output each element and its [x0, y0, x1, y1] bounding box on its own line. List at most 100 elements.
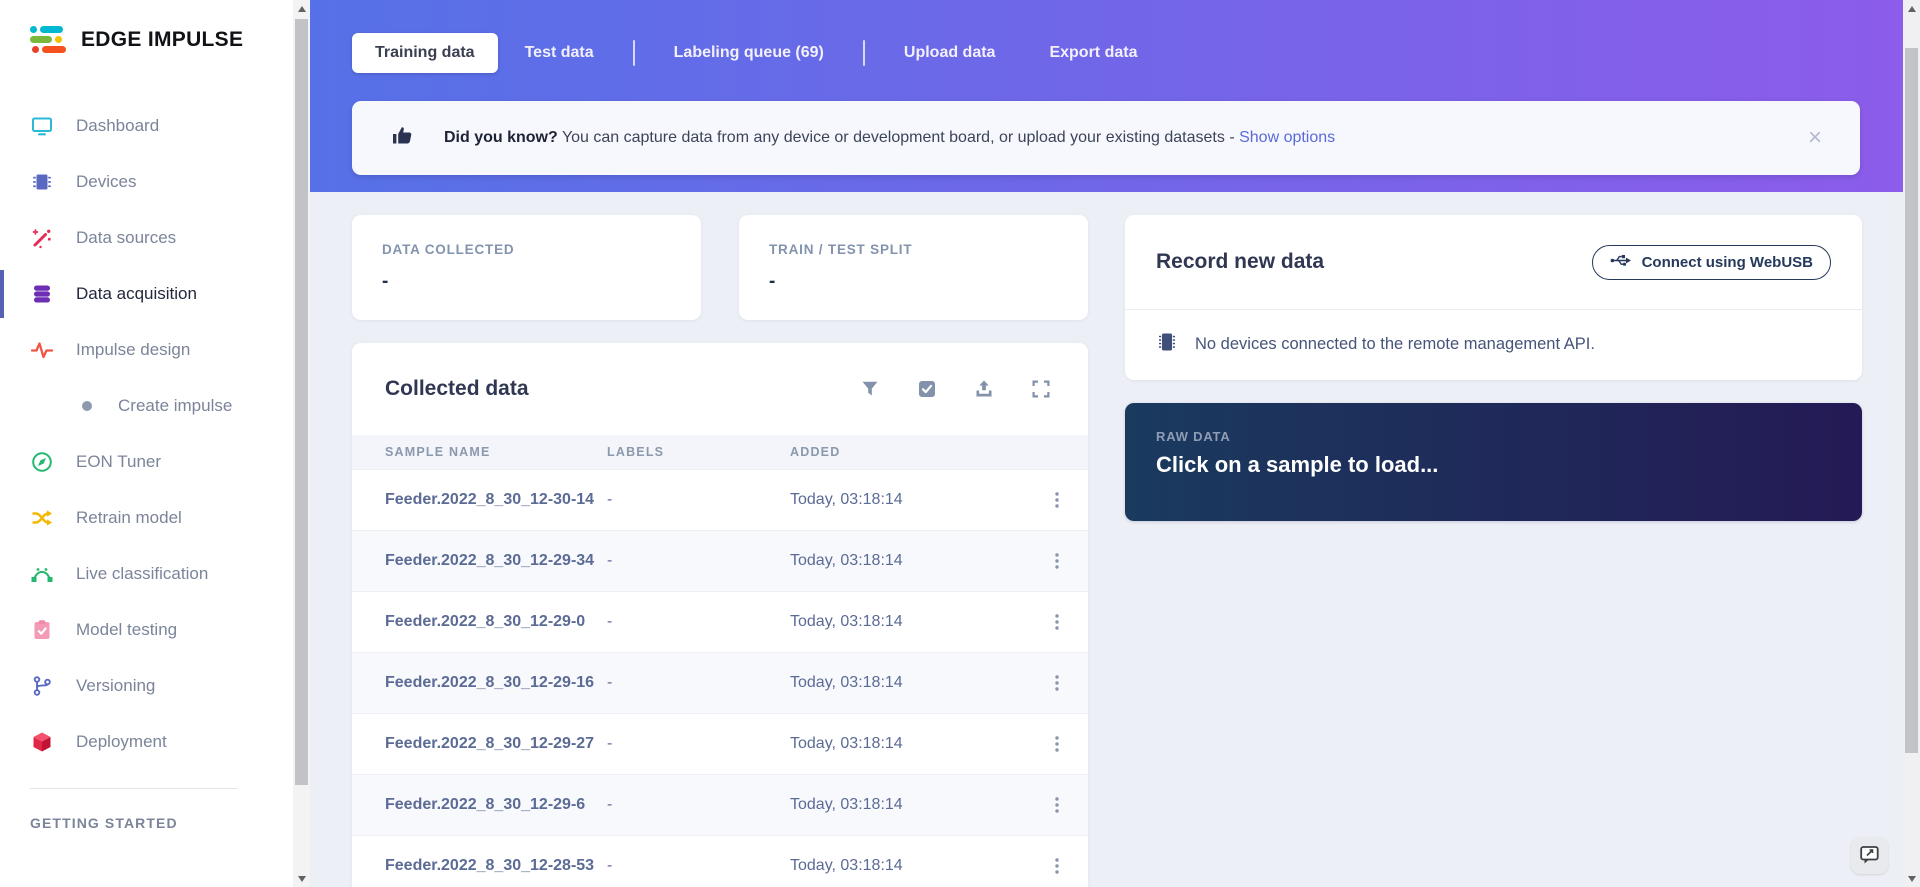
kebab-menu-icon[interactable]: [1047, 551, 1067, 571]
sidebar-item-devices[interactable]: Devices: [0, 154, 293, 210]
upload-icon[interactable]: [973, 378, 995, 400]
sample-name[interactable]: Feeder.2022_8_30_12-29-16: [352, 652, 607, 713]
sidebar-item-data-sources[interactable]: Data sources: [0, 210, 293, 266]
sidebar-scrollbar[interactable]: [293, 0, 310, 887]
edge-impulse-logo-icon: [30, 26, 70, 53]
compass-icon: [30, 450, 54, 474]
sidebar-divider: [30, 788, 238, 789]
tab-export-data[interactable]: Export data: [1022, 33, 1164, 73]
sample-name[interactable]: Feeder.2022_8_30_12-28-53: [352, 835, 607, 887]
table-row[interactable]: Feeder.2022_8_30_12-29-34 - Today, 03:18…: [352, 530, 1088, 591]
connect-webusb-label: Connect using WebUSB: [1642, 254, 1813, 271]
sidebar: EDGE IMPULSE Dashboard Devices Data sour…: [0, 0, 293, 887]
left-column: DATA COLLECTED - TRAIN / TEST SPLIT - Co…: [352, 215, 1088, 887]
waveform-icon: [30, 338, 54, 362]
sample-added: Today, 03:18:14: [790, 835, 1025, 887]
shuffle-icon: [30, 506, 54, 530]
page-scrollbar[interactable]: [1903, 0, 1920, 887]
sidebar-item-data-acquisition[interactable]: Data acquisition: [0, 266, 293, 322]
sidebar-item-label: Retrain model: [76, 508, 182, 528]
sidebar-item-label: Devices: [76, 172, 136, 192]
select-all-checkbox-icon[interactable]: [916, 378, 938, 400]
expand-icon[interactable]: [1030, 378, 1052, 400]
connect-webusb-button[interactable]: Connect using WebUSB: [1592, 245, 1831, 280]
record-new-data-card: Record new data Connect using WebUSB No …: [1125, 215, 1862, 380]
scroll-up-arrow-icon[interactable]: [1903, 0, 1920, 17]
sidebar-item-create-impulse[interactable]: Create impulse: [0, 378, 293, 434]
sidebar-item-label: Data sources: [76, 228, 176, 248]
sidebar-item-impulse-design[interactable]: Impulse design: [0, 322, 293, 378]
sidebar-item-label: Impulse design: [76, 340, 190, 360]
tab-upload-data[interactable]: Upload data: [877, 33, 1023, 73]
edge-impulse-logo[interactable]: EDGE IMPULSE: [0, 0, 293, 53]
scroll-down-arrow-icon[interactable]: [293, 870, 310, 887]
column-actions: [1025, 435, 1088, 469]
sample-added: Today, 03:18:14: [790, 530, 1025, 591]
train-test-split-card: TRAIN / TEST SPLIT -: [739, 215, 1088, 320]
brand-name: EDGE IMPULSE: [81, 28, 243, 52]
sidebar-item-live-classification[interactable]: Live classification: [0, 546, 293, 602]
scroll-down-arrow-icon[interactable]: [1903, 870, 1920, 887]
sidebar-scrollbar-thumb[interactable]: [295, 19, 308, 785]
tab-labeling-queue[interactable]: Labeling queue (69): [647, 33, 851, 73]
sample-name[interactable]: Feeder.2022_8_30_12-29-34: [352, 530, 607, 591]
data-tabs: Training data Test data Labeling queue (…: [352, 33, 1860, 73]
sample-name[interactable]: Feeder.2022_8_30_12-29-0: [352, 591, 607, 652]
feedback-chat-icon: [1859, 844, 1880, 868]
table-row[interactable]: Feeder.2022_8_30_12-28-53 - Today, 03:18…: [352, 835, 1088, 887]
sidebar-item-deployment[interactable]: Deployment: [0, 714, 293, 770]
sample-labels: -: [607, 530, 790, 591]
kebab-menu-icon[interactable]: [1047, 795, 1067, 815]
sidebar-item-retrain-model[interactable]: Retrain model: [0, 490, 293, 546]
raw-data-card: RAW DATA Click on a sample to load...: [1125, 403, 1862, 521]
feedback-widget-button[interactable]: [1851, 837, 1888, 874]
table-row[interactable]: Feeder.2022_8_30_12-30-14 - Today, 03:18…: [352, 469, 1088, 530]
kebab-menu-icon[interactable]: [1047, 490, 1067, 510]
bullet-dot-icon: [78, 394, 96, 418]
kebab-menu-icon[interactable]: [1047, 734, 1067, 754]
sidebar-item-versioning[interactable]: Versioning: [0, 658, 293, 714]
sample-labels: -: [607, 835, 790, 887]
sample-added: Today, 03:18:14: [790, 713, 1025, 774]
sidebar-item-model-testing[interactable]: Model testing: [0, 602, 293, 658]
filter-icon[interactable]: [859, 378, 881, 400]
table-row[interactable]: Feeder.2022_8_30_12-29-16 - Today, 03:18…: [352, 652, 1088, 713]
tab-training-data[interactable]: Training data: [352, 33, 498, 73]
table-toolbar: [859, 378, 1052, 400]
close-icon[interactable]: ×: [1800, 122, 1830, 154]
table-row[interactable]: Feeder.2022_8_30_12-29-0 - Today, 03:18:…: [352, 591, 1088, 652]
sample-added: Today, 03:18:14: [790, 774, 1025, 835]
sample-labels: -: [607, 713, 790, 774]
stat-label: DATA COLLECTED: [382, 242, 671, 257]
sample-name[interactable]: Feeder.2022_8_30_12-30-14: [352, 469, 607, 530]
did-you-know-banner: Did you know? You can capture data from …: [352, 101, 1860, 175]
stat-value: -: [382, 271, 671, 293]
page-scrollbar-thumb[interactable]: [1905, 48, 1918, 753]
banner-emphasis: Did you know?: [444, 129, 558, 146]
sample-name[interactable]: Feeder.2022_8_30_12-29-6: [352, 774, 607, 835]
sidebar-item-dashboard[interactable]: Dashboard: [0, 98, 293, 154]
table-row[interactable]: Feeder.2022_8_30_12-29-27 - Today, 03:18…: [352, 713, 1088, 774]
sample-added: Today, 03:18:14: [790, 591, 1025, 652]
column-labels: LABELS: [607, 435, 790, 469]
sidebar-item-label: Versioning: [76, 676, 155, 696]
table-row[interactable]: Feeder.2022_8_30_12-29-6 - Today, 03:18:…: [352, 774, 1088, 835]
sidebar-item-label: Dashboard: [76, 116, 159, 136]
collected-data-title: Collected data: [385, 377, 859, 401]
show-options-link[interactable]: Show options: [1239, 129, 1335, 146]
collected-data-card: Collected data: [352, 343, 1088, 887]
sidebar-item-label: Data acquisition: [76, 284, 197, 304]
scroll-up-arrow-icon[interactable]: [293, 0, 310, 17]
stats-row: DATA COLLECTED - TRAIN / TEST SPLIT -: [352, 215, 1088, 320]
device-chip-icon: [1156, 331, 1178, 358]
kebab-menu-icon[interactable]: [1047, 856, 1067, 876]
magic-wand-icon: [30, 226, 54, 250]
raw-data-label: RAW DATA: [1156, 429, 1831, 444]
sample-labels: -: [607, 774, 790, 835]
kebab-menu-icon[interactable]: [1047, 673, 1067, 693]
kebab-menu-icon[interactable]: [1047, 612, 1067, 632]
sidebar-item-eon-tuner[interactable]: EON Tuner: [0, 434, 293, 490]
tab-test-data[interactable]: Test data: [498, 33, 621, 73]
sample-name[interactable]: Feeder.2022_8_30_12-29-27: [352, 713, 607, 774]
column-added: ADDED: [790, 435, 1025, 469]
